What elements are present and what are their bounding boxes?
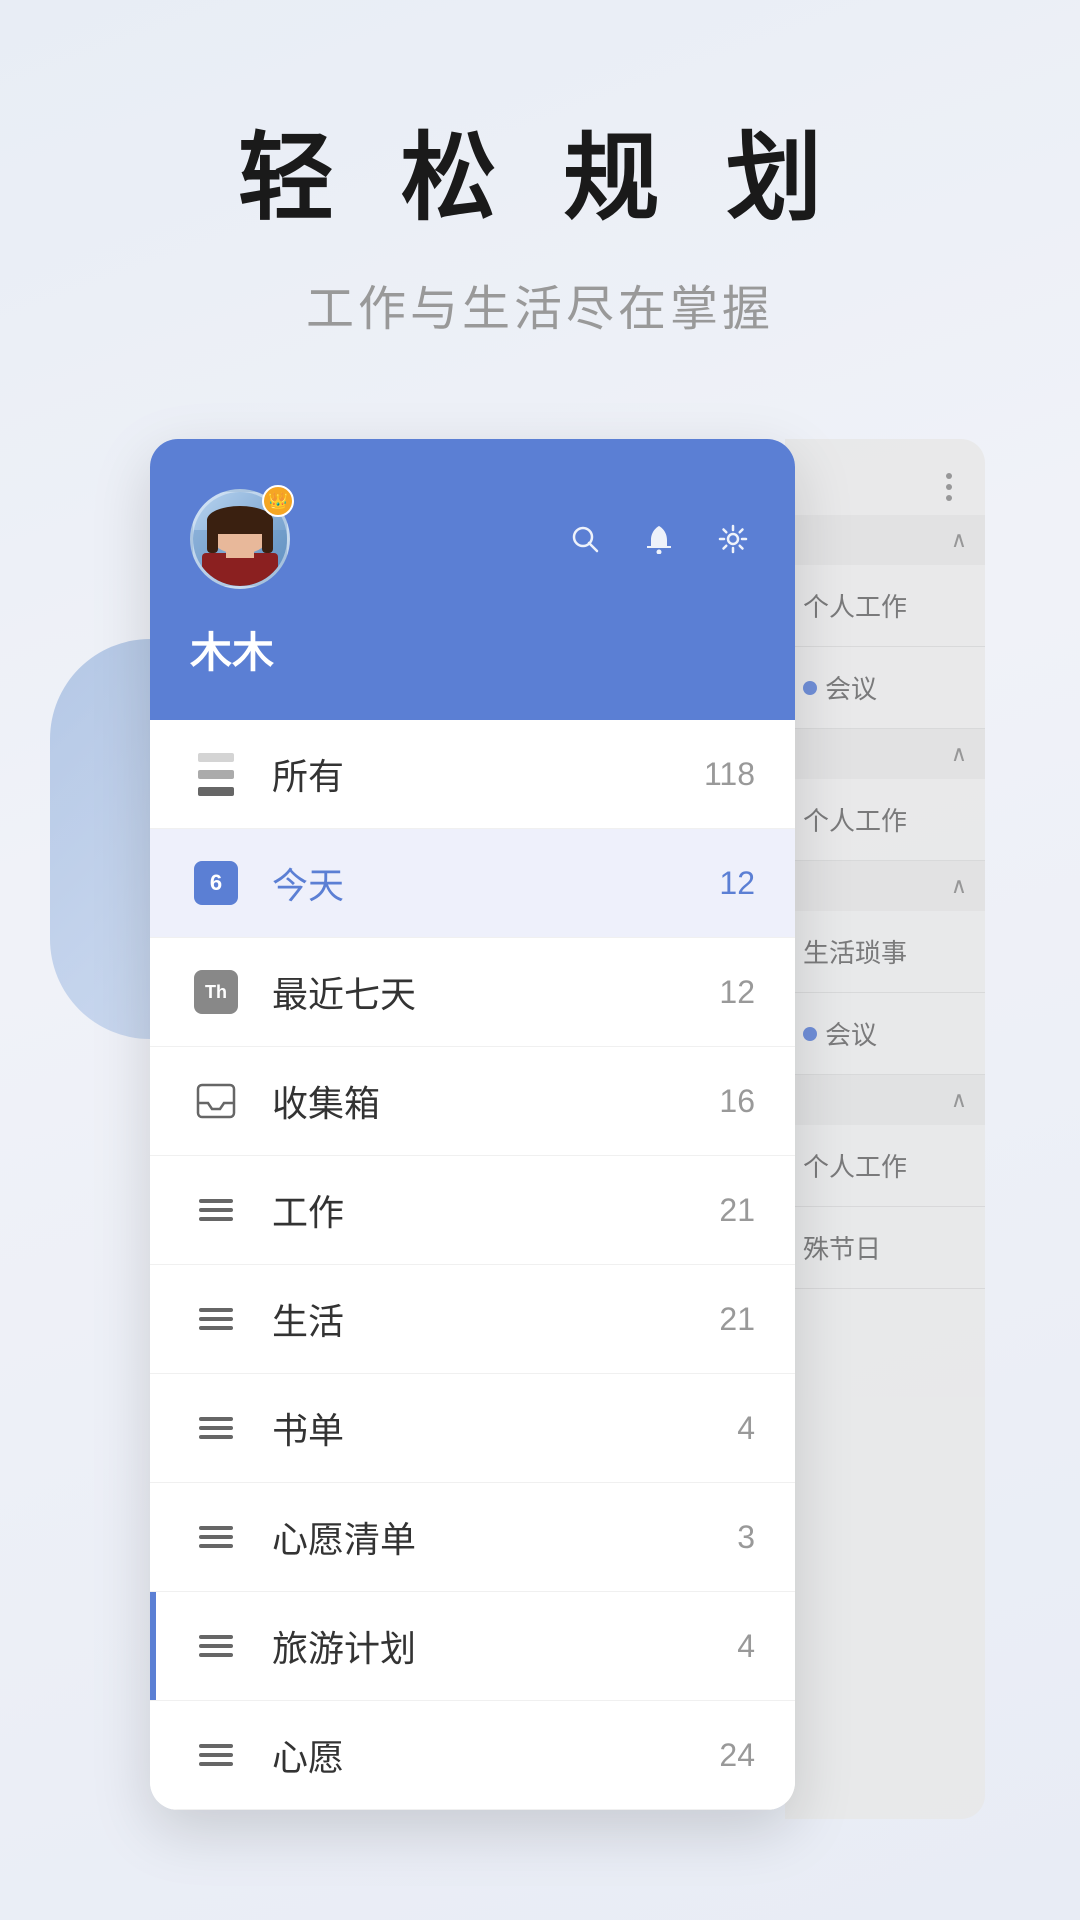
menu-item-books[interactable]: 书单 4 — [150, 1374, 795, 1483]
all-icon — [190, 748, 242, 800]
menu-item-travel[interactable]: 旅游计划 4 — [150, 1592, 795, 1701]
sidebar-header-top: 👑 — [190, 489, 755, 589]
menu-item-week-label: 最近七天 — [272, 966, 719, 1018]
app-mockup: 👑 — [90, 439, 990, 1819]
gear-icon[interactable] — [711, 517, 755, 561]
right-panel-item-holiday: 殊节日 — [785, 1207, 985, 1289]
right-panel-item-life: 生活琐事 — [785, 911, 985, 993]
menu-item-books-label: 书单 — [272, 1402, 737, 1454]
hero-title: 轻 松 规 划 — [238, 100, 842, 239]
menu-item-life-count: 21 — [719, 1301, 755, 1338]
menu-item-week-count: 12 — [719, 974, 755, 1011]
menu-item-all-count: 118 — [704, 756, 755, 793]
menu-item-wish2-count: 24 — [719, 1737, 755, 1774]
right-panel-item-work1: 个人工作 — [785, 565, 985, 647]
menu-item-wish2-label: 心愿 — [272, 1729, 719, 1781]
books-icon — [190, 1402, 242, 1454]
menu-item-all[interactable]: 所有 118 — [150, 720, 795, 829]
menu-item-inbox[interactable]: 收集箱 16 — [150, 1047, 795, 1156]
menu-item-travel-label: 旅游计划 — [272, 1620, 737, 1672]
right-panel-item-meeting1: 会议 — [785, 647, 985, 729]
page-container: 轻 松 规 划 工作与生活尽在掌握 — [0, 0, 1080, 1920]
right-panel-item-meeting2: 会议 — [785, 993, 985, 1075]
user-name: 木木 — [190, 619, 755, 680]
menu-item-work[interactable]: 工作 21 — [150, 1156, 795, 1265]
search-icon[interactable] — [563, 517, 607, 561]
today-icon: 6 — [190, 857, 242, 909]
menu-item-wish-label: 心愿清单 — [272, 1511, 737, 1563]
crown-badge: 👑 — [262, 485, 294, 517]
menu-item-books-count: 4 — [737, 1410, 755, 1447]
header-icons — [563, 517, 755, 561]
menu-item-wish-count: 3 — [737, 1519, 755, 1556]
more-button[interactable] — [931, 469, 967, 505]
menu-list: 所有 118 6 今天 12 Th — [150, 720, 795, 1810]
sidebar-panel: 👑 — [150, 439, 795, 1810]
menu-item-all-label: 所有 — [272, 748, 704, 800]
menu-item-today[interactable]: 6 今天 12 — [150, 829, 795, 938]
menu-item-today-count: 12 — [719, 865, 755, 902]
hero-subtitle: 工作与生活尽在掌握 — [306, 269, 774, 339]
menu-item-life[interactable]: 生活 21 — [150, 1265, 795, 1374]
menu-item-wish2[interactable]: 心愿 24 — [150, 1701, 795, 1810]
travel-icon — [190, 1620, 242, 1672]
right-panel-item-work3: 个人工作 — [785, 1125, 985, 1207]
menu-item-inbox-label: 收集箱 — [272, 1075, 719, 1127]
menu-item-travel-count: 4 — [737, 1628, 755, 1665]
menu-item-life-label: 生活 — [272, 1293, 719, 1345]
wish2-icon — [190, 1729, 242, 1781]
week-icon: Th — [190, 966, 242, 1018]
inbox-icon — [190, 1075, 242, 1127]
avatar-wrapper[interactable]: 👑 — [190, 489, 290, 589]
menu-item-inbox-count: 16 — [719, 1083, 755, 1120]
wish-icon — [190, 1511, 242, 1563]
menu-item-today-label: 今天 — [272, 857, 719, 909]
life-icon — [190, 1293, 242, 1345]
sidebar-header: 👑 — [150, 439, 795, 720]
menu-item-wish[interactable]: 心愿清单 3 — [150, 1483, 795, 1592]
bell-icon[interactable] — [637, 517, 681, 561]
menu-item-work-count: 21 — [719, 1192, 755, 1229]
menu-item-work-label: 工作 — [272, 1184, 719, 1236]
menu-item-week[interactable]: Th 最近七天 12 — [150, 938, 795, 1047]
right-panel: ∧ 个人工作 会议 ∧ 个人工作 ∧ 生活琐事 — [785, 439, 985, 1819]
work-icon — [190, 1184, 242, 1236]
right-panel-item-work2: 个人工作 — [785, 779, 985, 861]
